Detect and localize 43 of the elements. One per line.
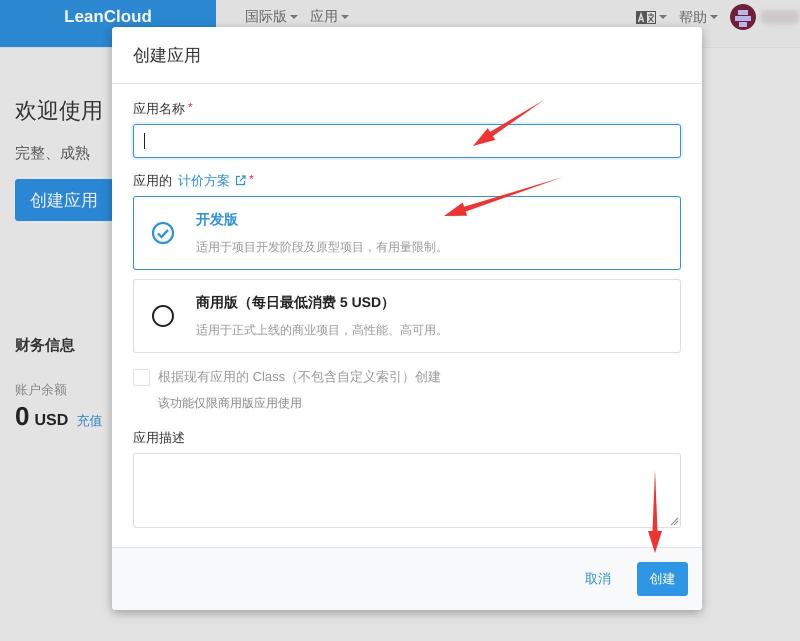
cancel-button[interactable]: 取消 xyxy=(573,562,623,596)
required-mark: * xyxy=(188,100,193,114)
caret-icon xyxy=(659,15,667,19)
plan-description: 适用于正式上线的商业项目，高性能、高可用。 xyxy=(196,322,448,338)
plan-title: 开发版 xyxy=(196,210,239,228)
recharge-link[interactable]: 充值 xyxy=(76,412,102,430)
help-menu[interactable]: 帮助 xyxy=(679,8,718,26)
plan-option[interactable]: 开发版 适用于项目开发阶段及原型项目，有用量限制。 xyxy=(133,196,681,270)
create-button[interactable]: 创建 xyxy=(637,562,688,596)
nav-menu[interactable]: 国际版 xyxy=(245,8,298,25)
dialog-title: 创建应用 xyxy=(133,44,201,66)
translate-icon xyxy=(636,10,656,24)
description-field[interactable] xyxy=(133,453,681,528)
arrow-annotation xyxy=(473,100,544,146)
empty-circle-icon xyxy=(151,304,175,328)
nav-menu[interactable]: 应用 xyxy=(310,8,349,25)
blurred-username xyxy=(760,10,800,24)
app-name-field[interactable] xyxy=(133,124,681,158)
balance-unit: USD xyxy=(34,412,68,430)
text-cursor xyxy=(144,133,145,149)
pricing-link[interactable]: 计价方案 xyxy=(178,172,230,190)
hint-text: 该功能仅限商用版应用使用 xyxy=(158,395,303,412)
check-circle-icon xyxy=(151,221,175,245)
field-label: 应用的 xyxy=(133,172,172,190)
resize-handle-icon xyxy=(670,517,678,525)
field-label: 应用描述 xyxy=(133,429,185,447)
balance-label: 账户余额 xyxy=(15,381,67,399)
section-title: 财务信息 xyxy=(15,336,75,355)
required-mark: * xyxy=(249,172,254,186)
caret-icon xyxy=(290,14,298,18)
language-menu[interactable] xyxy=(636,10,667,24)
caret-icon xyxy=(341,14,349,18)
checkbox-label: 根据现有应用的 Class（不包含自定义索引）创建 xyxy=(158,368,442,386)
caret-icon xyxy=(710,15,718,19)
plan-description: 适用于项目开发阶段及原型项目，有用量限制。 xyxy=(196,238,448,256)
avatar-icon xyxy=(730,4,756,30)
page-subtitle: 完整、成熟 xyxy=(15,144,90,163)
plan-title: 商用版（每日最低消费 5 USD） xyxy=(196,294,396,312)
field-label: 应用名称 xyxy=(133,100,185,118)
page-heading: 欢迎使用 xyxy=(15,97,103,125)
plan-option[interactable]: 商用版（每日最低消费 5 USD） 适用于正式上线的商业项目，高性能、高可用。 xyxy=(133,279,681,353)
balance-amount: 0 xyxy=(15,401,30,432)
external-link-icon xyxy=(235,175,246,186)
